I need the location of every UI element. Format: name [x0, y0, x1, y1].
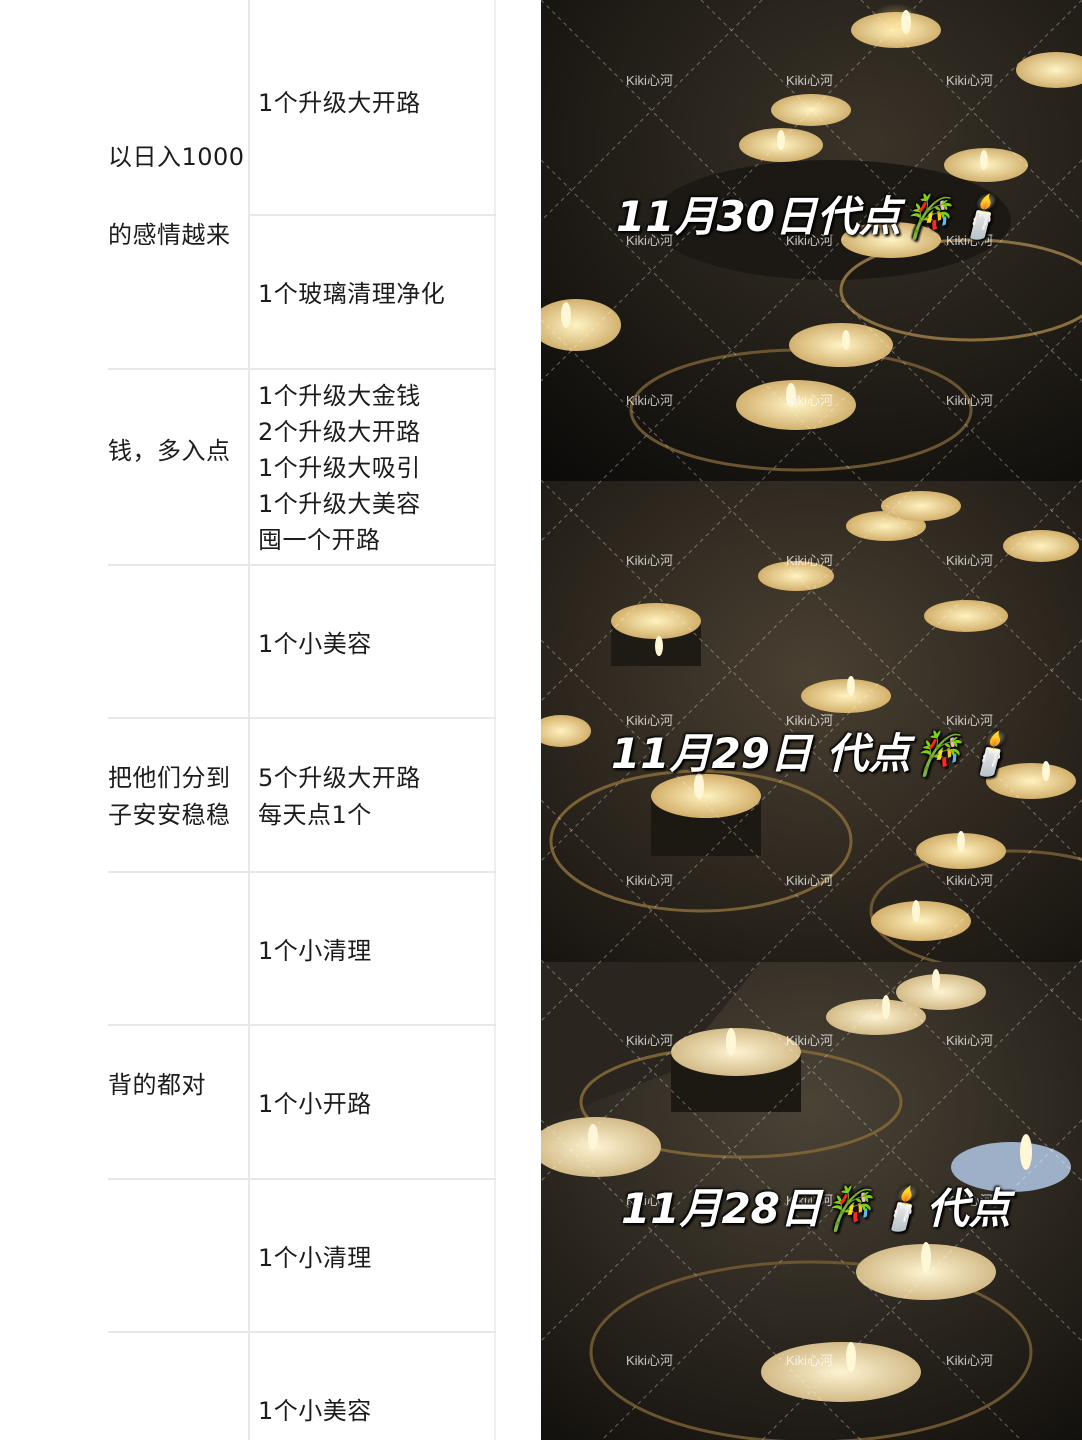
row-divider — [108, 564, 496, 566]
table-cell-note: 子安安稳稳 — [108, 801, 231, 829]
table-cell-note: 把他们分到 — [108, 764, 231, 792]
watermark: Kiki心河 — [786, 553, 833, 568]
table-cell-note: 背的都对 — [108, 1071, 206, 1099]
table-cell-order: 1个小美容 — [258, 1397, 372, 1425]
watermark: Kiki心河 — [626, 1033, 673, 1048]
watermark: Kiki心河 — [786, 1033, 833, 1048]
candle-photo-collage: Kiki心河 Kiki心河 Kiki心河 Kiki心河 Kiki心河 Kiki心… — [541, 0, 1082, 1440]
photo-caption: 11月30日代点🎋🕯️ — [616, 192, 1006, 241]
row-divider — [108, 1331, 496, 1333]
watermark: Kiki心河 — [626, 873, 673, 888]
column-divider — [248, 0, 250, 1440]
row-divider — [108, 1024, 496, 1026]
watermark: Kiki心河 — [946, 73, 993, 88]
row-divider — [108, 1178, 496, 1180]
watermark: Kiki心河 — [946, 1033, 993, 1048]
table-cell-order: 囤一个开路 — [258, 526, 381, 554]
watermark: Kiki心河 — [626, 1353, 673, 1368]
table-cell-order: 1个升级大金钱 — [258, 382, 421, 410]
table-cell-order: 1个玻璃清理净化 — [258, 280, 446, 308]
watermark: Kiki心河 — [946, 1353, 993, 1368]
watermark: Kiki心河 — [786, 1353, 833, 1368]
watermark: Kiki心河 — [786, 73, 833, 88]
watermark: Kiki心河 — [786, 873, 833, 888]
watermark: Kiki心河 — [786, 393, 833, 408]
row-divider — [108, 871, 496, 873]
photo-caption: 11月28日🎋🕯️代点 — [621, 1184, 1011, 1233]
row-divider — [108, 368, 496, 370]
watermark: Kiki心河 — [626, 73, 673, 88]
table-cell-note: 以日入1000 — [108, 143, 245, 171]
table-cell-order: 1个小美容 — [258, 630, 372, 658]
table-cell-note: 钱，多入点 — [108, 437, 231, 465]
table-cell-order: 1个升级大美容 — [258, 490, 421, 518]
watermark: Kiki心河 — [626, 393, 673, 408]
table-cell-order: 1个升级大开路 — [258, 89, 421, 117]
table-cell-order: 2个升级大开路 — [258, 418, 421, 446]
table-cell-order: 1个小清理 — [258, 937, 372, 965]
order-table: 以日入1000 1个升级大开路 的感情越来 1个玻璃清理净化 钱，多入点 1个升… — [0, 0, 541, 1440]
watermark: Kiki心河 — [946, 393, 993, 408]
watermark: Kiki心河 — [626, 553, 673, 568]
table-cell-order: 每天点1个 — [258, 801, 372, 829]
table-cell-note: 的感情越来 — [108, 221, 231, 249]
table-cell-order: 1个小开路 — [258, 1090, 372, 1118]
watermark: Kiki心河 — [946, 553, 993, 568]
row-divider — [250, 214, 496, 216]
watermark: Kiki心河 — [946, 873, 993, 888]
row-divider — [108, 717, 496, 719]
table-cell-order: 1个小清理 — [258, 1244, 372, 1272]
table-cell-order: 5个升级大开路 — [258, 764, 421, 792]
table-right-border — [494, 0, 496, 1440]
photo-caption: 11月29日 代点🎋🕯️ — [611, 729, 1016, 778]
table-cell-order: 1个升级大吸引 — [258, 454, 421, 482]
